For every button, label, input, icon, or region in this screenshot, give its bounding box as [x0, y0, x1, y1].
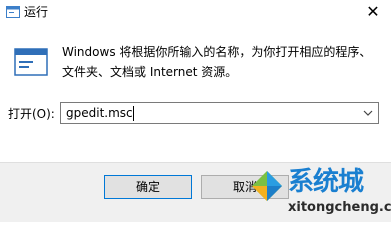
chevron-down-icon[interactable] — [362, 106, 374, 120]
title-bar[interactable]: 运行 ✕ — [0, 0, 391, 26]
open-label: 打开(O): — [8, 107, 55, 121]
open-combobox[interactable]: gpedit.msc — [60, 102, 379, 124]
watermark-url: xitongcheng.com — [288, 200, 391, 215]
run-icon — [6, 6, 20, 18]
text-caret — [133, 106, 134, 121]
run-dialog: 运行 ✕ Windows 将根据你所输入的名称，为你打开相应的程序、文件夹、文档… — [0, 0, 391, 222]
description-text: Windows 将根据你所输入的名称，为你打开相应的程序、文件夹、文档或 Int… — [62, 45, 372, 79]
brand-logo-icon — [252, 171, 282, 201]
ok-button[interactable]: 确定 — [104, 175, 192, 199]
window-title: 运行 — [24, 5, 49, 19]
open-input[interactable]: gpedit.msc — [66, 105, 133, 121]
run-large-icon — [14, 48, 48, 76]
close-icon[interactable]: ✕ — [363, 2, 383, 22]
watermark: 系统城 xitongcheng.com — [250, 165, 391, 221]
watermark-brand: 系统城 — [288, 167, 364, 197]
